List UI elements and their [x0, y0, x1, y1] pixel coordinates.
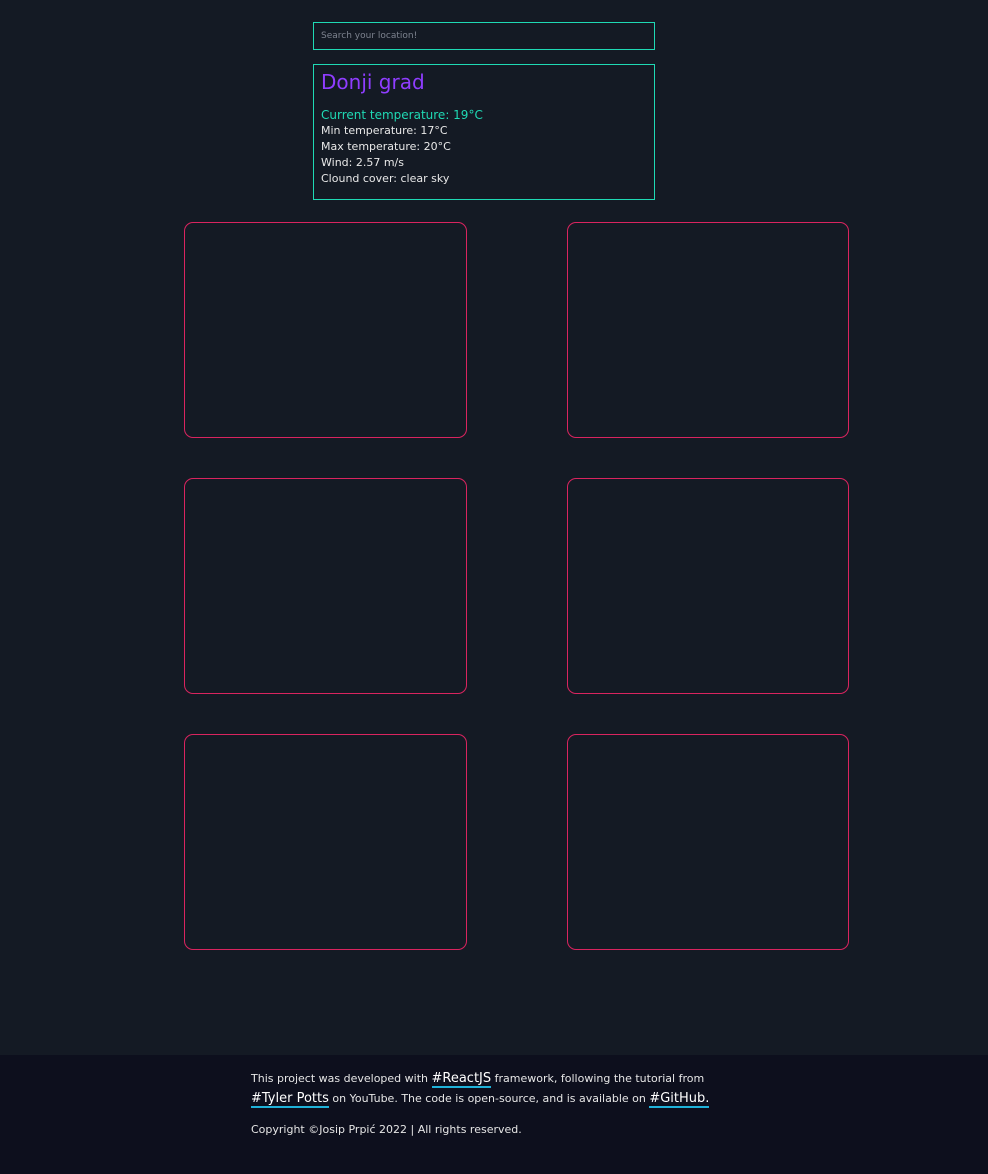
- forecast-card-6: [567, 734, 849, 950]
- forecast-card-4: [567, 478, 849, 694]
- footer-description: This project was developed with #ReactJS…: [251, 1069, 771, 1109]
- footer-line-2: #Tyler Potts on YouTube. The code is ope…: [251, 1089, 771, 1109]
- max-temperature: Max temperature: 20°C: [321, 140, 451, 153]
- copyright-text: Copyright ©Josip Prpić 2022 | All rights…: [251, 1123, 522, 1136]
- tyler-potts-link[interactable]: #Tyler Potts: [251, 1091, 329, 1108]
- footer-text-3: on YouTube. The code is open-source, and…: [332, 1092, 646, 1105]
- wind-speed: Wind: 2.57 m/s: [321, 156, 404, 169]
- current-temperature: Current temperature: 19°C: [321, 108, 483, 122]
- forecast-card-2: [567, 222, 849, 438]
- footer-text-1: This project was developed with: [251, 1072, 428, 1085]
- forecast-card-3: [184, 478, 467, 694]
- reactjs-link[interactable]: #ReactJS: [431, 1071, 492, 1088]
- forecast-card-5: [184, 734, 467, 950]
- min-temperature: Min temperature: 17°C: [321, 124, 448, 137]
- cloud-cover: Clound cover: clear sky: [321, 172, 450, 185]
- footer-text-2: framework, following the tutorial from: [494, 1072, 705, 1085]
- forecast-card-1: [184, 222, 467, 438]
- search-input[interactable]: [313, 22, 655, 50]
- page-footer: This project was developed with #ReactJS…: [0, 1055, 988, 1174]
- github-link[interactable]: #GitHub.: [649, 1091, 710, 1108]
- weather-card: Donji grad Current temperature: 19°C Min…: [313, 64, 655, 200]
- footer-line-1: This project was developed with #ReactJS…: [251, 1069, 771, 1089]
- city-name: Donji grad: [321, 70, 425, 94]
